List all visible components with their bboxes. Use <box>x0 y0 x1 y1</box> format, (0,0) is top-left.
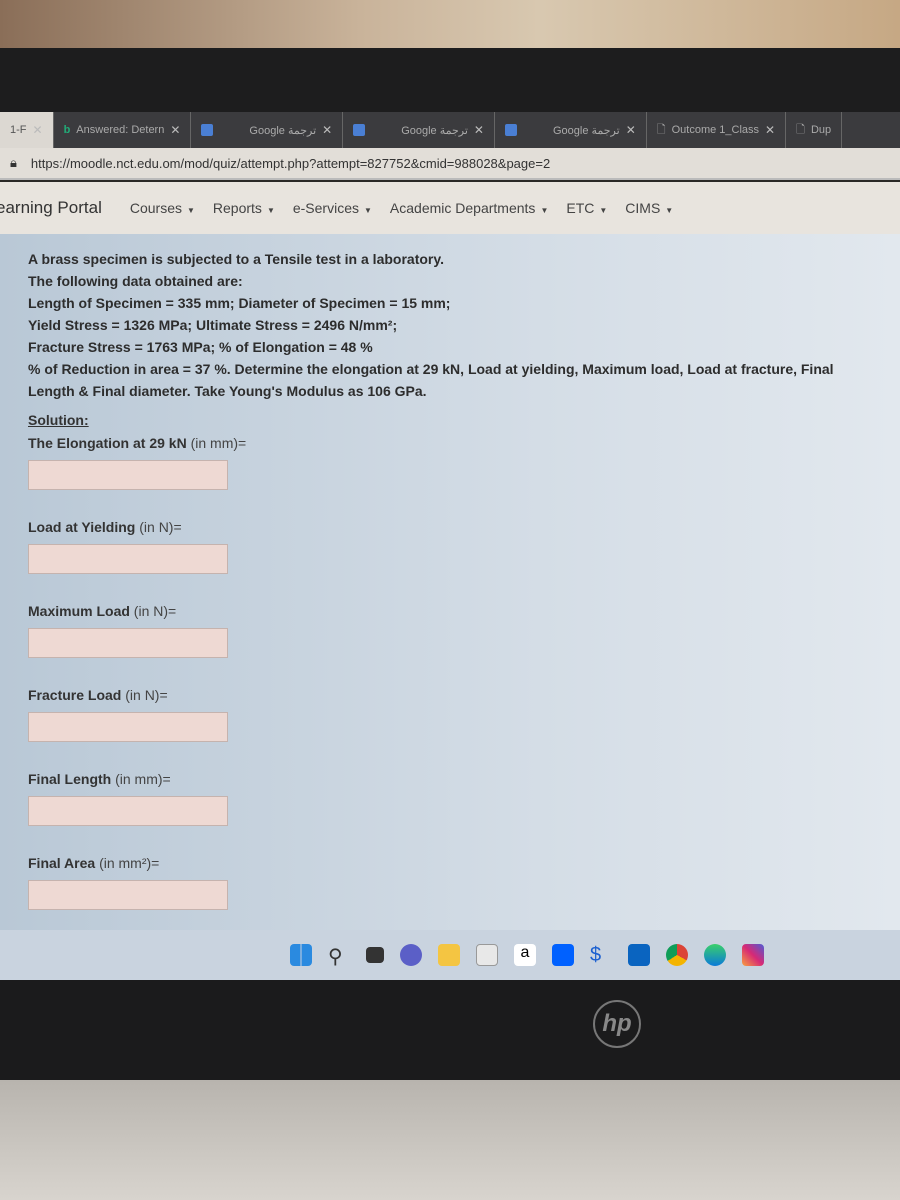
site-navbar: earning Portal Courses ▼ Reports ▼ e-Servi… <box>0 182 900 234</box>
screen-bezel <box>0 48 900 112</box>
google-translate-icon <box>353 124 366 136</box>
caret-down-icon: ▼ <box>665 206 674 215</box>
laptop-base <box>0 1080 900 1200</box>
question-text: A brass specimen is subjected to a Tensi… <box>28 251 834 399</box>
amazon-icon[interactable]: a <box>514 944 536 966</box>
field-label: Load at Yielding (in N)= <box>28 519 182 535</box>
lock-icon: 🔒︎ <box>10 155 17 170</box>
browser-tab[interactable]: 🗋 Outcome 1_Class ✕ <box>647 112 787 148</box>
answer-input[interactable] <box>28 460 228 490</box>
browser-tab[interactable]: Google ترجمة ✕ <box>191 112 344 148</box>
answer-input[interactable] <box>28 880 228 910</box>
browser-tab[interactable]: 1-F ✕ <box>0 112 54 148</box>
answer-field: Load at Yielding (in N)= <box>28 516 872 600</box>
nav-reports[interactable]: Reports ▼ <box>213 200 275 216</box>
hp-logo: hp <box>593 1000 641 1048</box>
field-label: Final Area (in mm²)= <box>28 855 160 871</box>
close-icon[interactable]: ✕ <box>765 123 775 137</box>
site-brand[interactable]: earning Portal <box>0 198 102 218</box>
field-label: Maximum Load (in N)= <box>28 603 177 619</box>
answer-input[interactable] <box>28 712 228 742</box>
nav-courses[interactable]: Courses ▼ <box>130 200 195 216</box>
file-explorer-icon[interactable] <box>438 944 460 966</box>
url-text[interactable]: https://moodle.nct.edu.om/mod/quiz/attem… <box>31 156 550 171</box>
mail-icon[interactable] <box>628 944 650 966</box>
dropbox-icon[interactable] <box>552 944 574 966</box>
chrome-icon[interactable] <box>666 944 688 966</box>
google-translate-icon <box>504 124 517 136</box>
google-translate-icon <box>201 124 214 136</box>
answer-field: Final Length (in mm)= <box>28 768 872 852</box>
field-label: Fracture Load (in N)= <box>28 687 168 703</box>
answer-field: Maximum Load (in N)= <box>28 600 872 684</box>
nav-e-services[interactable]: e-Services ▼ <box>293 200 372 216</box>
quiz-content: A brass specimen is subjected to a Tensi… <box>0 234 900 994</box>
answer-field: The Elongation at 29 kN (in mm)= <box>28 432 872 516</box>
bing-icon: b <box>63 124 71 136</box>
task-view-icon[interactable] <box>366 947 384 963</box>
document-icon: 🗋 <box>796 123 805 136</box>
laptop-bezel <box>0 980 900 1080</box>
browser-tab[interactable]: Google ترجمة ✕ <box>343 112 495 148</box>
instagram-icon[interactable] <box>742 944 764 966</box>
close-icon[interactable]: ✕ <box>33 123 43 137</box>
browser-tab[interactable]: 🗋 Dup <box>786 112 843 148</box>
caret-down-icon: ▼ <box>364 206 372 215</box>
app-icon[interactable]: $ <box>590 944 612 966</box>
teams-icon[interactable] <box>400 944 422 966</box>
search-icon[interactable]: ⚲ <box>328 944 350 968</box>
browser-tab-bar: 1-F ✕ b Answered: Detern ✕ Google ترجمة ✕ Go… <box>0 112 900 148</box>
caret-down-icon: ▼ <box>599 206 608 215</box>
taskbar: ⚲ a $ <box>0 930 900 980</box>
solution-label: Solution: <box>28 412 89 428</box>
answer-field: Fracture Load (in N)= <box>28 684 872 768</box>
nav-etc[interactable]: ETC ▼ <box>566 200 607 216</box>
browser-tab[interactable]: b Answered: Detern ✕ <box>54 112 192 148</box>
close-icon[interactable]: ✕ <box>170 123 180 137</box>
caret-down-icon: ▼ <box>540 206 549 215</box>
answer-input[interactable] <box>28 796 228 826</box>
edge-icon[interactable] <box>704 944 726 966</box>
caret-down-icon: ▼ <box>186 206 195 215</box>
field-label: The Elongation at 29 kN (in mm)= <box>28 435 247 451</box>
address-bar[interactable]: 🔒︎ https://moodle.nct.edu.om/mod/quiz/at… <box>0 148 900 180</box>
close-icon[interactable]: ✕ <box>626 123 636 137</box>
field-label: Final Length (in mm)= <box>28 771 171 787</box>
nav-cims[interactable]: CIMS ▼ <box>625 200 673 216</box>
windows-start-icon[interactable] <box>290 944 312 966</box>
document-icon: 🗋 <box>656 123 666 136</box>
answer-input[interactable] <box>28 628 228 658</box>
answer-field: Final Area (in mm²)= <box>28 852 872 936</box>
browser-tab[interactable]: Google ترجمة ✕ <box>495 112 647 148</box>
close-icon[interactable]: ✕ <box>322 123 332 137</box>
close-icon[interactable]: ✕ <box>474 123 484 137</box>
nav-academic-departments[interactable]: Academic Departments ▼ <box>390 200 548 216</box>
answer-input[interactable] <box>28 544 228 574</box>
caret-down-icon: ▼ <box>266 206 275 215</box>
store-icon[interactable] <box>476 944 498 966</box>
